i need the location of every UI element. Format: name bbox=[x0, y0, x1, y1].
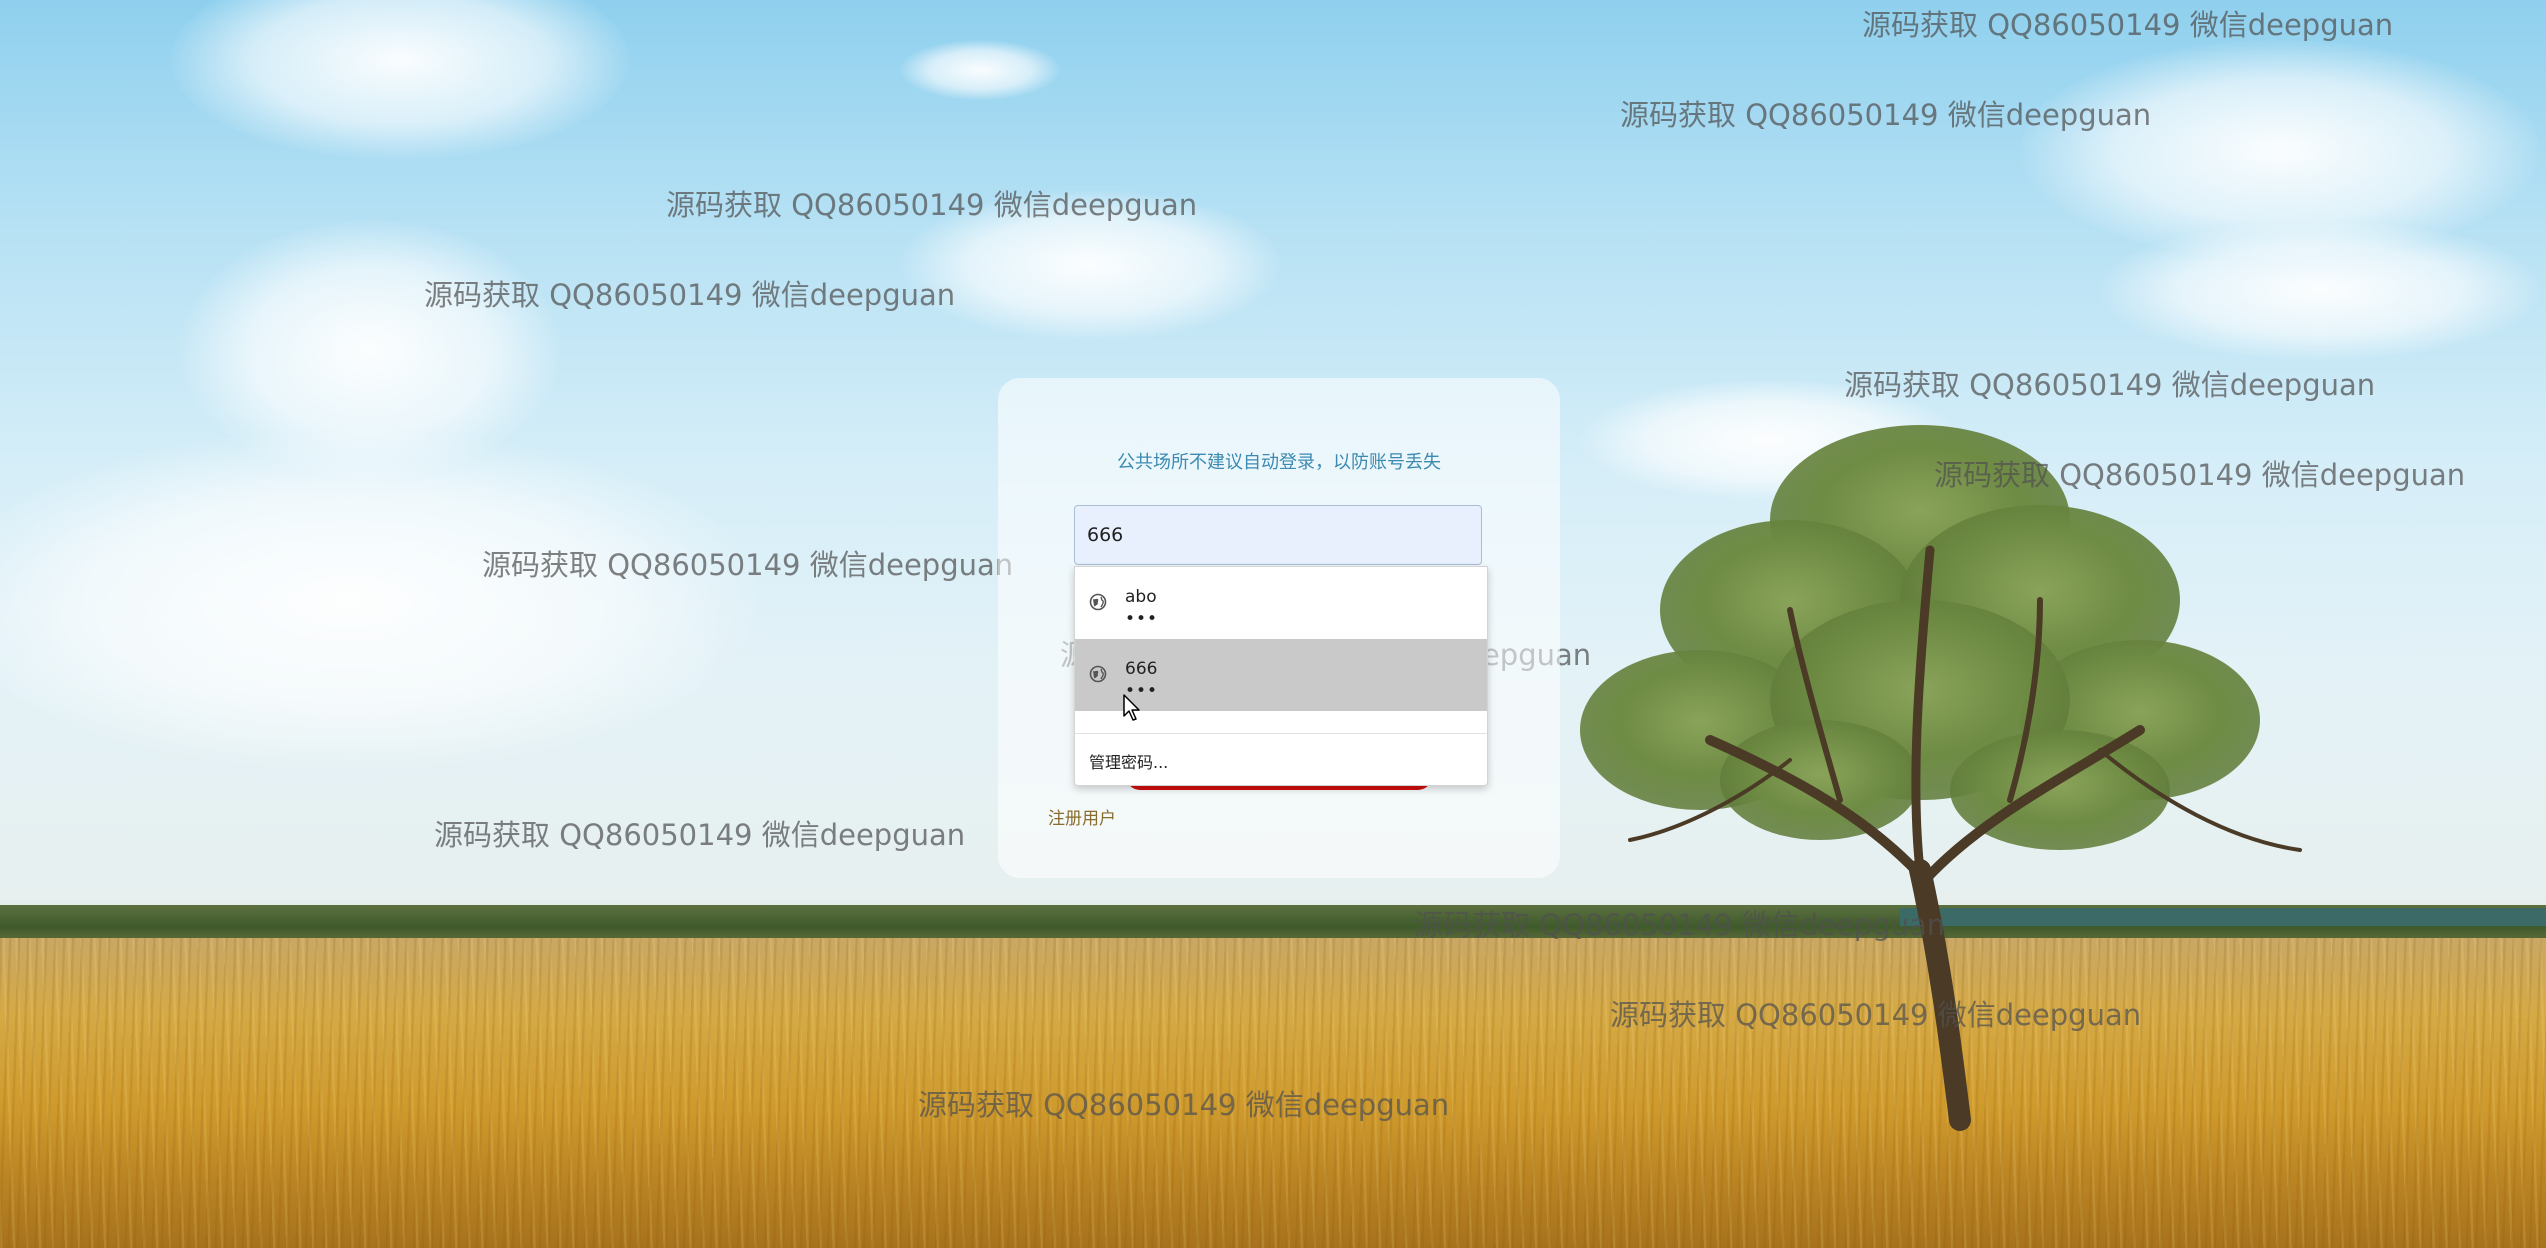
watermark-text: 源码获取 QQ86050149 微信deepguan bbox=[424, 278, 956, 312]
suggestion-password-mask: ••• bbox=[1125, 609, 1159, 629]
password-autocomplete-dropdown: abo ••• 666 ••• 管理密码... bbox=[1074, 566, 1488, 786]
manage-passwords-item[interactable]: 管理密码... bbox=[1089, 749, 1168, 773]
cloud bbox=[170, 0, 630, 160]
cloud bbox=[0, 430, 760, 770]
globe-icon bbox=[1089, 593, 1107, 611]
cloud bbox=[900, 40, 1060, 100]
globe-icon bbox=[1089, 665, 1107, 683]
background-scene: 源码获取 QQ86050149 微信deepguan 源码获取 QQ860501… bbox=[0, 0, 2546, 1248]
cloud bbox=[2100, 220, 2540, 360]
watermark-text: 源码获取 QQ86050149 微信deepguan bbox=[1862, 8, 2394, 42]
watermark-text: 源码获取 QQ86050149 微信deepguan bbox=[434, 818, 966, 852]
autocomplete-suggestion[interactable]: abo ••• bbox=[1075, 567, 1487, 639]
suggestion-username: abo bbox=[1125, 587, 1157, 607]
dropdown-divider bbox=[1075, 733, 1487, 734]
watermark-text: 源码获取 QQ86050149 微信deepguan bbox=[918, 1088, 1450, 1122]
tree-illustration bbox=[1580, 425, 2302, 1131]
watermark-text: 源码获取 QQ86050149 微信deepguan bbox=[1934, 458, 2466, 492]
watermark-text: 源码获取 QQ86050149 微信deepguan bbox=[1620, 98, 2152, 132]
watermark-text: 源码获取 QQ86050149 微信deepguan bbox=[1610, 998, 2142, 1032]
register-link[interactable]: 注册用户 bbox=[1048, 804, 1116, 829]
mouse-pointer-icon bbox=[1123, 694, 1140, 721]
watermark-text: 源码获取 QQ86050149 微信deepguan bbox=[1414, 908, 1946, 942]
watermark-text: 源码获取 QQ86050149 微信deepguan bbox=[482, 548, 1014, 582]
watermark-text: 源码获取 QQ86050149 微信deepguan bbox=[1844, 368, 2376, 402]
username-input[interactable] bbox=[1074, 505, 1482, 565]
auto-login-notice: 公共场所不建议自动登录，以防账号丢失 bbox=[1117, 452, 1441, 473]
watermark-text: 源码获取 QQ86050149 微信deepguan bbox=[666, 188, 1198, 222]
suggestion-username: 666 bbox=[1125, 659, 1158, 679]
